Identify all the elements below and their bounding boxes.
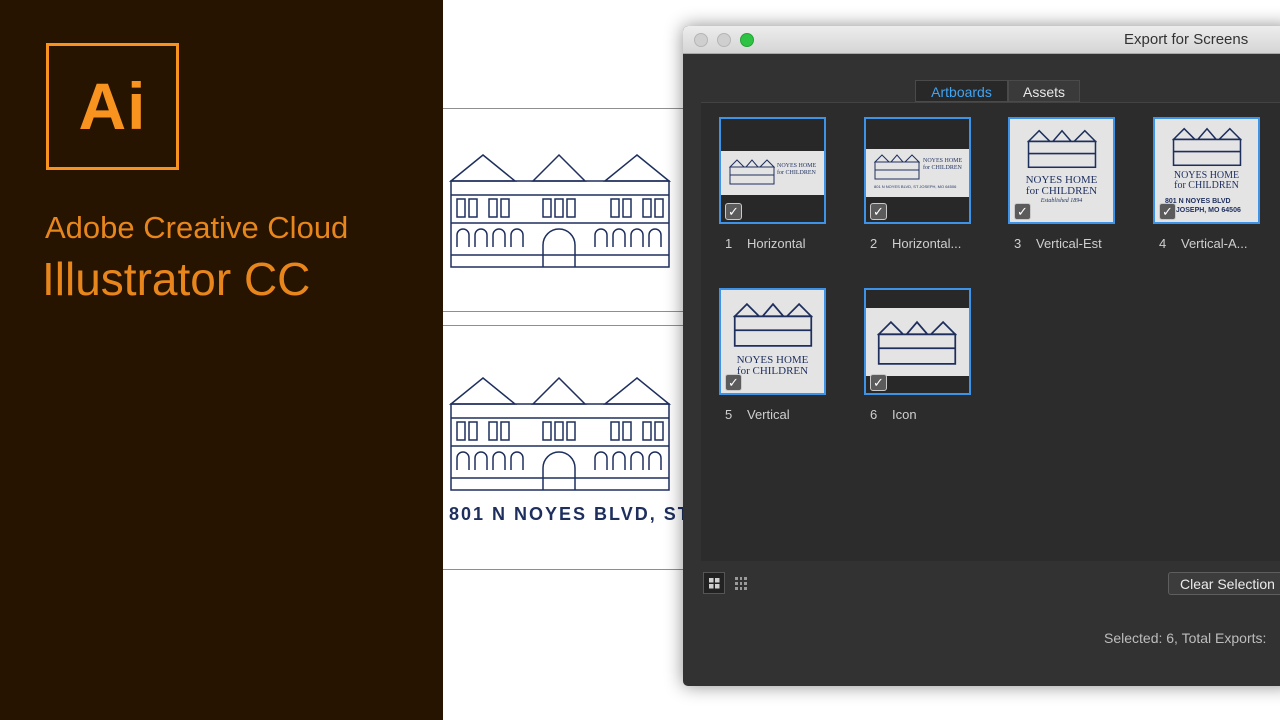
artboard-label-6: 6 Icon bbox=[870, 407, 917, 422]
artboard-thumbnail-5[interactable]: NOYES HOME for CHILDREN ✓ bbox=[719, 288, 826, 395]
brand-panel: Ai Adobe Creative Cloud Illustrator CC bbox=[0, 0, 443, 720]
thumb-name-line1: NOYES HOME bbox=[923, 158, 963, 164]
logo-text: Ai bbox=[78, 69, 147, 143]
building-icon bbox=[733, 302, 813, 347]
tab-artboards[interactable]: Artboards bbox=[915, 80, 1008, 102]
artboard-horizontal[interactable] bbox=[443, 108, 683, 312]
artboard-thumbnail-6[interactable]: ✓ bbox=[864, 288, 971, 395]
thumb-address-line2: ST JOSEPH, MO 64506 bbox=[1165, 207, 1241, 214]
close-window-button[interactable] bbox=[694, 33, 708, 47]
thumbnail-preview: NOYES HOME for CHILDREN bbox=[721, 151, 824, 195]
building-icon bbox=[877, 320, 957, 365]
thumb-name-line2: for CHILDREN bbox=[1025, 185, 1098, 197]
artboard-thumbnail-1[interactable]: NOYES HOME for CHILDREN ✓ bbox=[719, 117, 826, 224]
thumb-name-line2: for CHILDREN bbox=[777, 170, 816, 176]
building-icon bbox=[1027, 129, 1097, 169]
list-view-button[interactable] bbox=[730, 572, 752, 594]
export-for-screens-dialog: Export for Screens Artboards Assets NOYE… bbox=[683, 26, 1280, 686]
grid-view-icon bbox=[709, 578, 720, 589]
artboard-checkbox-1[interactable]: ✓ bbox=[725, 203, 742, 220]
artboard-label-2: 2 Horizontal... bbox=[870, 236, 962, 251]
thumb-name-line2: for CHILDREN bbox=[1174, 180, 1239, 191]
artboard-grid: NOYES HOME for CHILDREN ✓ 1 Horizontal NO… bbox=[701, 102, 1280, 561]
building-icon bbox=[1172, 127, 1242, 167]
artboard-label-4: 4 Vertical-A... bbox=[1159, 236, 1248, 251]
building-illustration bbox=[448, 153, 672, 268]
thumb-name-line1: NOYES HOME bbox=[777, 163, 817, 169]
grid-view-button[interactable] bbox=[703, 572, 725, 594]
artboard-thumbnail-3[interactable]: NOYES HOME for CHILDREN Established 1894… bbox=[1008, 117, 1115, 224]
artboard-label-5: 5 Vertical bbox=[725, 407, 790, 422]
artboard-checkbox-5[interactable]: ✓ bbox=[725, 374, 742, 391]
thumbnail-preview: NOYES HOME for CHILDREN 801 N NOYES BLVD… bbox=[866, 149, 969, 197]
zoom-window-button[interactable] bbox=[740, 33, 754, 47]
artboard-label-1: 1 Horizontal bbox=[725, 236, 806, 251]
building-icon bbox=[729, 159, 775, 185]
artboard-checkbox-4[interactable]: ✓ bbox=[1159, 203, 1176, 220]
artboard-horizontal-address[interactable]: 801 N NOYES BLVD, ST bbox=[443, 325, 689, 570]
building-illustration bbox=[448, 376, 672, 491]
list-view-icon bbox=[735, 577, 747, 590]
selection-status: Selected: 6, Total Exports: bbox=[1104, 630, 1267, 646]
artboard-thumbnail-4[interactable]: NOYES HOME for CHILDREN 801 N NOYES BLVD… bbox=[1153, 117, 1260, 224]
minimize-window-button[interactable] bbox=[717, 33, 731, 47]
thumb-name-line2: for CHILDREN bbox=[923, 165, 962, 171]
dialog-titlebar[interactable]: Export for Screens bbox=[683, 26, 1280, 54]
illustrator-logo: Ai bbox=[46, 43, 179, 170]
tab-assets[interactable]: Assets bbox=[1008, 80, 1080, 102]
artboard-checkbox-2[interactable]: ✓ bbox=[870, 203, 887, 220]
document-canvas[interactable]: 801 N NOYES BLVD, ST bbox=[443, 0, 689, 720]
clear-selection-button[interactable]: Clear Selection bbox=[1168, 572, 1280, 595]
artboard-label-3: 3 Vertical-Est bbox=[1014, 236, 1102, 251]
artboard-checkbox-6[interactable]: ✓ bbox=[870, 374, 887, 391]
building-icon bbox=[874, 154, 920, 180]
brand-title-line2: Illustrator CC bbox=[42, 253, 311, 305]
artboard-thumbnail-2[interactable]: NOYES HOME for CHILDREN 801 N NOYES BLVD… bbox=[864, 117, 971, 224]
artboard-address-text: 801 N NOYES BLVD, ST bbox=[449, 504, 691, 524]
brand-title-line1: Adobe Creative Cloud bbox=[45, 210, 349, 245]
artboard-checkbox-3[interactable]: ✓ bbox=[1014, 203, 1031, 220]
thumbnail-preview bbox=[866, 308, 969, 376]
dialog-title: Export for Screens bbox=[1124, 31, 1249, 48]
thumb-address: 801 N NOYES BLVD, ST JOSEPH, MO 64506 bbox=[874, 184, 957, 189]
